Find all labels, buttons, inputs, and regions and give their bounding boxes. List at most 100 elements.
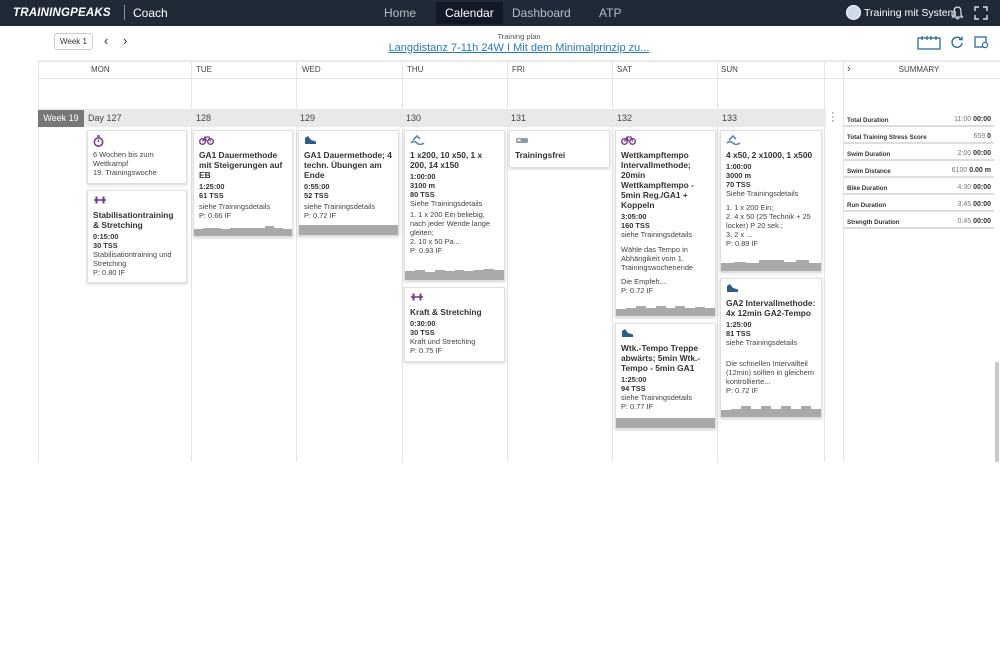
summary-label: Total Duration	[847, 117, 889, 124]
summary-row: Run Duration 3:45 00:00	[844, 195, 994, 212]
workout-description: 2. 4 x 50 (25 Technik + 25 locker) P 20 …	[726, 212, 811, 230]
nav-dashboard[interactable]: Dashboard	[512, 6, 571, 20]
workout-intensity: P: 0.93 IF	[410, 246, 443, 255]
workout-title: Kraft & Stretching	[410, 307, 482, 317]
workout-intensity: P: 0.72 IF	[621, 286, 654, 295]
workout-description: Siehe Trainingsdetails	[726, 189, 799, 198]
plan-label: Training plan	[497, 32, 541, 41]
week-label: Week 19	[38, 110, 84, 127]
workout-duration: 1:25:00	[199, 182, 225, 191]
divider	[38, 78, 1000, 79]
workout-distance: 3100 m	[410, 181, 436, 190]
workout-description: siehe Trainingsdetails	[621, 393, 693, 402]
nav-home[interactable]: Home	[384, 6, 416, 20]
workout-intensity: P: 0.77 IF	[621, 402, 654, 411]
workout-tss: 94 TSS	[621, 384, 646, 393]
workout-card[interactable]: GA2 Intervallmethode: 4x 12min GA2-Tempo…	[720, 278, 822, 418]
workout-profile-graph	[405, 269, 504, 280]
workout-description: 3. 2 x ...	[726, 230, 753, 239]
workout-title: Wtk.-Tempo Treppe abwärts; 5min Wtk.-Tem…	[621, 343, 701, 373]
summary-label: Run Duration	[847, 202, 887, 209]
summary-row: Strength Duration 0:45 00:00	[844, 212, 994, 229]
workout-description: siehe Trainingsdetails	[199, 202, 271, 211]
workout-duration: 0:55:00	[304, 182, 330, 191]
plan-name-link[interactable]: Langdistanz 7-11h 24W I Mit dem Minimalp…	[38, 42, 1000, 54]
summary-value: 4:30 00:00	[957, 184, 991, 191]
workout-tss: 61 TSS	[199, 191, 224, 200]
vertical-scrollbar[interactable]	[995, 362, 999, 462]
workout-intensity: P: 0.72 IF	[726, 386, 759, 395]
bike-icon	[199, 135, 287, 147]
dumbbell-icon	[93, 195, 181, 207]
day-header-sat: SAT	[617, 65, 632, 74]
event-note: 19. Trainingswoche	[93, 168, 157, 177]
workout-title: GA1 Dauermethode; 4 techn. Übungen am En…	[304, 150, 392, 180]
day-number-mon: Day 127	[88, 113, 122, 123]
workout-title: Wettkampftempo Intervallmethode; 20min W…	[621, 150, 694, 210]
bike-icon	[621, 135, 710, 147]
calendar-view-icon[interactable]	[917, 35, 941, 50]
day-header-fri: FRI	[512, 65, 525, 74]
trainingpeaks-logo[interactable]: TRAININGPEAKS	[13, 7, 111, 19]
week-summary-panel: Total Duration 11:00 00:00 Total Training…	[844, 110, 994, 229]
workout-card[interactable]: GA1 Dauermethode mit Steigerungen auf EB…	[193, 130, 293, 237]
workout-card[interactable]: 4 x50, 2 x1000, 1 x500 1:00:00 3000 m 70…	[720, 130, 822, 272]
workout-title: Stabilisationtraining & Stretching	[93, 210, 174, 230]
summary-value: 2:00 00:00	[957, 150, 991, 157]
workout-card[interactable]: 1 x200, 10 x50, 1 x 200, 14 x150 1:00:00…	[404, 130, 505, 281]
week-options-icon[interactable]: · · ·	[831, 108, 835, 127]
workout-card[interactable]: Stabilisationtraining & Stretching 0:15:…	[87, 190, 187, 283]
workout-description: siehe Trainingsdetails	[621, 230, 693, 239]
summary-value: 659 0	[973, 133, 991, 140]
workout-card[interactable]: Kraft & Stretching 0:30:00 30 TSS Kraft …	[404, 287, 505, 362]
bell-icon[interactable]	[951, 6, 964, 20]
workout-tss: 81 TSS	[726, 329, 751, 338]
nav-calendar[interactable]: Calendar	[436, 2, 503, 24]
workout-intensity: P: 0.89 IF	[726, 239, 759, 248]
event-card[interactable]: 6 Wochen bis zum Wettkampf 19. Trainings…	[87, 130, 187, 184]
workout-duration: 1:00:00	[726, 162, 752, 171]
summary-label: Bike Duration	[847, 185, 888, 192]
shoe-icon	[304, 135, 393, 147]
week-row-header	[38, 109, 826, 127]
workout-card[interactable]: Wettkampftempo Intervallmethode; 20min W…	[615, 130, 716, 317]
workout-description: siehe Trainingsdetails	[304, 202, 376, 211]
workout-tss: 70 TSS	[726, 180, 751, 189]
workout-profile-graph	[721, 260, 821, 271]
workout-intensity: P: 0.80 IF	[93, 268, 126, 277]
workout-title: GA1 Dauermethode mit Steigerungen auf EB	[199, 150, 283, 180]
workout-tss: 160 TSS	[621, 221, 650, 230]
workout-profile-graph	[616, 417, 715, 428]
workout-description: 1. 1 x 200 Ein beliebig, nach jeder Wend…	[410, 210, 490, 237]
day-header-wed: WED	[302, 65, 321, 74]
day-number-sun: 133	[722, 113, 738, 123]
calendar-toolbar: Week 1 ‹ › Training plan Langdistanz 7-1…	[38, 26, 1000, 61]
workout-title: Trainingsfrei	[515, 150, 566, 160]
calendar-settings-icon[interactable]	[974, 35, 989, 49]
fullscreen-icon[interactable]	[974, 6, 988, 20]
nav-atp[interactable]: ATP	[599, 6, 621, 20]
swim-icon	[726, 134, 816, 147]
workout-card[interactable]: GA1 Dauermethode; 4 techn. Übungen am En…	[298, 130, 399, 236]
summary-row: Swim Duration 2:00 00:00	[844, 144, 994, 161]
workout-intensity: P: 0.66 IF	[199, 211, 232, 220]
day-number-sat: 132	[617, 113, 633, 123]
summary-label: Swim Distance	[847, 168, 891, 175]
workout-description: Stabilisationtraining und Stretching	[93, 250, 172, 268]
workout-description: 2. 10 x 50 Pa...	[410, 237, 460, 246]
top-navigation-bar: TRAININGPEAKS Coach Home Calendar Dashbo…	[0, 0, 1000, 26]
workout-duration: 1:00:00	[410, 172, 436, 181]
user-menu[interactable]: Training mit System	[846, 5, 956, 20]
day-number-wed: 129	[300, 113, 316, 123]
refresh-icon[interactable]	[950, 35, 964, 49]
workout-profile-graph	[194, 225, 292, 236]
workout-duration: 3:05:00	[621, 212, 647, 221]
summary-value: 6100 0.00 m	[951, 167, 991, 174]
summary-value: 0:45 00:00	[957, 218, 991, 225]
day-number-thu: 130	[406, 113, 422, 123]
workout-description: Kraft und Stretching	[410, 337, 476, 346]
workout-card[interactable]: Wtk.-Tempo Treppe abwärts; 5min Wtk.-Tem…	[615, 323, 716, 429]
summary-row: Total Duration 11:00 00:00	[844, 110, 994, 127]
bed-icon	[515, 135, 604, 147]
rest-day-card[interactable]: Trainingsfrei	[509, 130, 610, 168]
